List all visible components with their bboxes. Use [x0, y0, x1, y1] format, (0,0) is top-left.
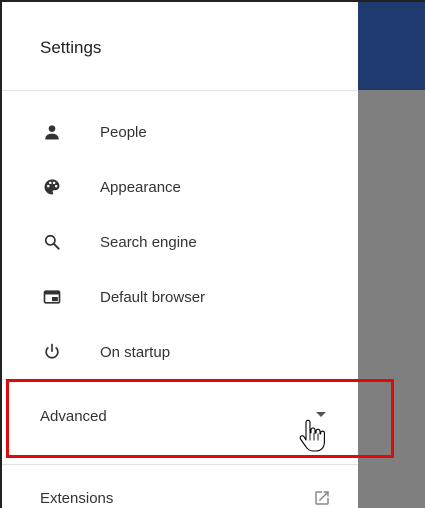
extensions-label: Extensions: [40, 490, 114, 507]
page-backdrop: [358, 2, 425, 508]
menu-item-search-engine[interactable]: Search engine: [2, 220, 358, 264]
power-icon: [40, 340, 64, 364]
menu-item-on-startup[interactable]: On startup: [2, 330, 358, 374]
browser-window-icon: [40, 285, 64, 309]
menu-item-label: Default browser: [100, 288, 206, 306]
hand-pointer-cursor-icon: [299, 419, 325, 453]
menu-item-default-browser[interactable]: Default browser: [2, 275, 358, 319]
drawer-title: Settings: [40, 38, 102, 57]
settings-header-bar: [358, 2, 425, 90]
extensions-link[interactable]: Extensions: [2, 480, 358, 508]
advanced-label: Advanced: [40, 408, 107, 425]
menu-item-appearance[interactable]: Appearance: [2, 165, 358, 209]
menu-item-label: Search engine: [100, 233, 197, 251]
screenshot-frame: Settings People Appearance Search engine: [0, 0, 425, 508]
palette-icon: [40, 175, 64, 199]
menu-item-people[interactable]: People: [2, 110, 358, 154]
person-icon: [40, 120, 64, 144]
menu-item-label: Appearance: [100, 178, 181, 196]
menu-item-label: People: [100, 123, 147, 141]
advanced-divider: [2, 379, 358, 380]
search-icon: [40, 230, 64, 254]
caret-down-icon: [316, 412, 326, 417]
extensions-divider: [2, 464, 358, 465]
open-in-new-icon: [313, 489, 331, 507]
drawer-title-divider: [2, 90, 358, 91]
menu-item-label: On startup: [100, 343, 171, 361]
